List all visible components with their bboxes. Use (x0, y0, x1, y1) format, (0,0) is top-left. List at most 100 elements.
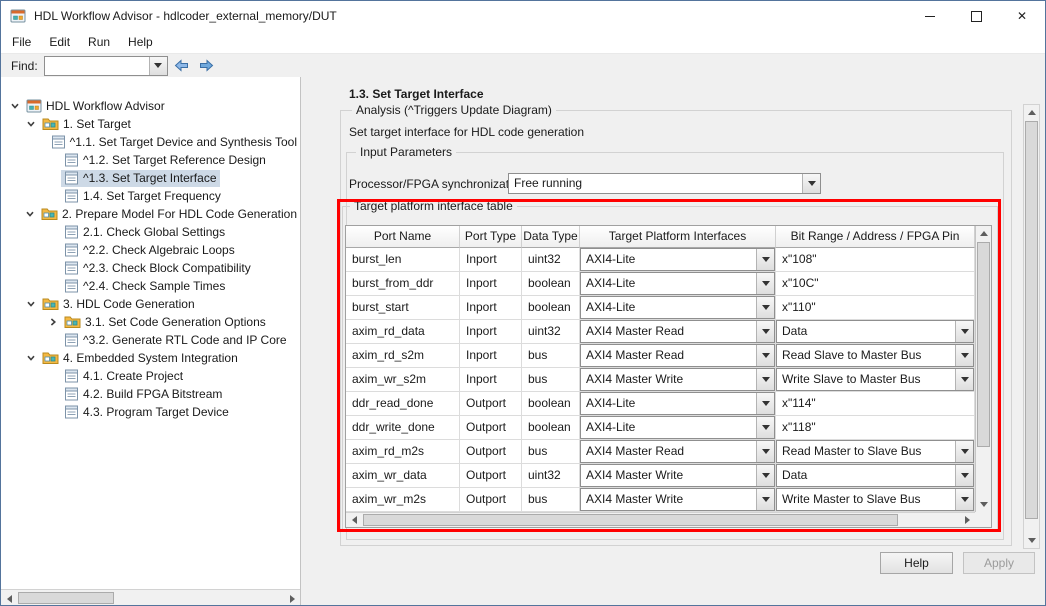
target-platform-interface-select[interactable]: AXI4 Master Read (580, 344, 775, 367)
chevron-down-icon[interactable] (756, 345, 774, 366)
tree-expander-icon[interactable] (7, 100, 23, 112)
tree-expander-icon[interactable] (45, 316, 61, 328)
chevron-down-icon[interactable] (756, 489, 774, 510)
port-type-cell[interactable]: Outport (460, 392, 522, 416)
port-name-cell[interactable]: ddr_read_done (346, 392, 460, 416)
apply-button[interactable]: Apply (963, 552, 1035, 574)
port-name-cell[interactable]: axim_rd_data (346, 320, 460, 344)
bit-range-cell[interactable]: x"118" (776, 416, 975, 440)
tree-item[interactable]: 2.1. Check Global Settings (1, 223, 300, 241)
scroll-thumb[interactable] (977, 242, 990, 447)
chevron-down-icon[interactable] (756, 249, 774, 270)
bit-range-select[interactable]: Write Slave to Master Bus (776, 368, 974, 391)
chevron-down-icon[interactable] (955, 369, 973, 390)
target-platform-interface-select[interactable]: AXI4-Lite (580, 416, 775, 439)
data-type-cell[interactable]: uint32 (522, 320, 580, 344)
target-platform-interface-select[interactable]: AXI4 Master Write (580, 488, 775, 511)
port-name-cell[interactable]: axim_wr_s2m (346, 368, 460, 392)
port-type-cell[interactable]: Outport (460, 464, 522, 488)
target-platform-interface-select[interactable]: AXI4 Master Write (580, 464, 775, 487)
port-type-cell[interactable]: Outport (460, 440, 522, 464)
tree-expander-icon[interactable] (23, 298, 39, 310)
tree-item[interactable]: 2. Prepare Model For HDL Code Generation (1, 205, 300, 223)
port-type-cell[interactable]: Inport (460, 368, 522, 392)
scroll-left-button[interactable] (346, 513, 362, 527)
port-type-cell[interactable]: Inport (460, 344, 522, 368)
tree-item[interactable]: 3.1. Set Code Generation Options (1, 313, 300, 331)
scroll-thumb[interactable] (18, 592, 114, 604)
port-name-cell[interactable]: ddr_write_done (346, 416, 460, 440)
scroll-down-button[interactable] (976, 497, 991, 512)
tree-item[interactable]: ^1.2. Set Target Reference Design (1, 151, 300, 169)
tree-horizontal-scrollbar[interactable] (1, 589, 300, 605)
close-button[interactable]: ✕ (999, 1, 1045, 31)
tree-item[interactable]: 4.3. Program Target Device (1, 403, 300, 421)
data-type-cell[interactable]: uint32 (522, 248, 580, 272)
find-input-value[interactable] (45, 57, 149, 75)
target-platform-interface-select[interactable]: AXI4 Master Read (580, 440, 775, 463)
chevron-down-icon[interactable] (756, 297, 774, 318)
port-name-cell[interactable]: burst_start (346, 296, 460, 320)
menu-item-run[interactable]: Run (79, 32, 119, 52)
scroll-thumb[interactable] (363, 514, 898, 526)
target-platform-interface-select[interactable]: AXI4 Master Read (580, 320, 775, 343)
panel-vertical-scrollbar[interactable] (1023, 104, 1040, 549)
chevron-down-icon[interactable] (756, 369, 774, 390)
find-next-button[interactable] (196, 56, 218, 75)
port-type-cell[interactable]: Inport (460, 248, 522, 272)
find-previous-button[interactable] (171, 56, 193, 75)
chevron-down-icon[interactable] (955, 465, 973, 486)
bit-range-select[interactable]: Data (776, 320, 974, 343)
port-name-cell[interactable]: axim_rd_m2s (346, 440, 460, 464)
target-platform-interface-select[interactable]: AXI4-Lite (580, 248, 775, 271)
chevron-down-icon[interactable] (756, 321, 774, 342)
data-type-cell[interactable]: boolean (522, 272, 580, 296)
target-platform-interface-select[interactable]: AXI4-Lite (580, 272, 775, 295)
chevron-down-icon[interactable] (955, 489, 973, 510)
tree-item[interactable]: 1.4. Set Target Frequency (1, 187, 300, 205)
tree-item[interactable]: ^1.3. Set Target Interface (1, 169, 300, 187)
bit-range-select[interactable]: Read Slave to Master Bus (776, 344, 974, 367)
scroll-up-button[interactable] (976, 226, 991, 241)
target-platform-interface-select[interactable]: AXI4-Lite (580, 392, 775, 415)
data-type-cell[interactable]: boolean (522, 296, 580, 320)
scroll-right-button[interactable] (284, 591, 300, 605)
processor-fpga-sync-select[interactable]: Free running (508, 173, 821, 194)
chevron-down-icon[interactable] (756, 465, 774, 486)
tree-item[interactable]: HDL Workflow Advisor (1, 97, 300, 115)
target-platform-interface-select[interactable]: AXI4 Master Write (580, 368, 775, 391)
target-platform-interface-select[interactable]: AXI4-Lite (580, 296, 775, 319)
port-type-cell[interactable]: Inport (460, 296, 522, 320)
bit-range-select[interactable]: Write Master to Slave Bus (776, 488, 974, 511)
bit-range-cell[interactable]: x"108" (776, 248, 975, 272)
bit-range-cell[interactable]: x"110" (776, 296, 975, 320)
menu-item-help[interactable]: Help (119, 32, 162, 52)
tree-item[interactable]: 3. HDL Code Generation (1, 295, 300, 313)
minimize-button[interactable] (907, 1, 953, 31)
port-type-cell[interactable]: Outport (460, 416, 522, 440)
tree-expander-icon[interactable] (23, 208, 38, 220)
chevron-down-icon[interactable] (955, 321, 973, 342)
chevron-down-icon[interactable] (756, 441, 774, 462)
scroll-thumb[interactable] (1025, 121, 1038, 519)
tree-item[interactable]: ^2.3. Check Block Compatibility (1, 259, 300, 277)
find-dropdown-button[interactable] (149, 57, 167, 75)
bit-range-select[interactable]: Data (776, 464, 974, 487)
port-name-cell[interactable]: axim_wr_data (346, 464, 460, 488)
port-name-cell[interactable]: burst_from_ddr (346, 272, 460, 296)
tree-expander-icon[interactable] (23, 352, 39, 364)
tree-item[interactable]: ^2.2. Check Algebraic Loops (1, 241, 300, 259)
data-type-cell[interactable]: boolean (522, 392, 580, 416)
maximize-button[interactable] (953, 1, 999, 31)
port-type-cell[interactable]: Inport (460, 272, 522, 296)
scroll-down-button[interactable] (1024, 533, 1039, 548)
table-vertical-scrollbar[interactable] (975, 226, 991, 512)
tree-item[interactable]: 4.1. Create Project (1, 367, 300, 385)
scroll-left-button[interactable] (1, 591, 17, 605)
port-name-cell[interactable]: axim_wr_m2s (346, 488, 460, 512)
chevron-down-icon[interactable] (955, 345, 973, 366)
port-name-cell[interactable]: axim_rd_s2m (346, 344, 460, 368)
tree-item[interactable]: 1. Set Target (1, 115, 300, 133)
port-type-cell[interactable]: Inport (460, 320, 522, 344)
table-horizontal-scrollbar[interactable] (346, 512, 975, 527)
